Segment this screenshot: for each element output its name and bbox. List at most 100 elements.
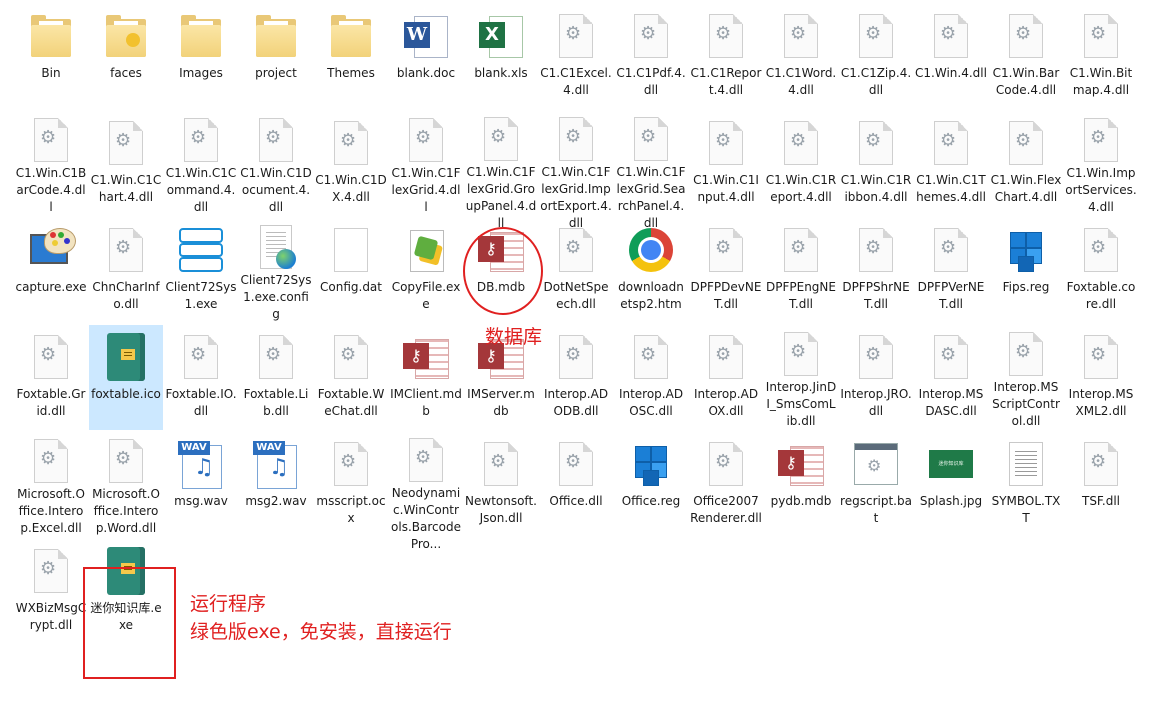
file-item[interactable]: capture.exe	[14, 218, 88, 323]
file-item[interactable]: Fips.reg	[989, 218, 1063, 323]
file-item[interactable]: ⚙ Interop.ADOSC.dll	[614, 325, 688, 430]
file-item[interactable]: ⚙ C1.Win.C1Report.4.dll	[764, 111, 838, 216]
dll-gear-icon: ⚙	[559, 117, 593, 161]
file-item[interactable]: ⚙ Office.dll	[539, 432, 613, 537]
file-item[interactable]: ⚙ Office2007Renderer.dll	[689, 432, 763, 537]
file-item[interactable]: Config.dat	[314, 218, 388, 323]
file-item[interactable]: Themes	[314, 4, 388, 109]
file-item[interactable]: ⚙ Interop.JRO.dll	[839, 325, 913, 430]
file-icon-slot: ⚙	[325, 331, 377, 383]
file-name-label: SYMBOL.TXT	[991, 494, 1061, 525]
file-item[interactable]: ⚙ Interop.MSDASC.dll	[914, 325, 988, 430]
file-name-label: Interop.MSDASC.dll	[918, 387, 984, 418]
file-item[interactable]: ⚙ C1.Win.C1FlexGrid.ImportExport.4.dll	[539, 111, 613, 230]
file-item[interactable]: ⚙ C1.Win.C1Themes.4.dll	[914, 111, 988, 216]
file-item[interactable]: ⚙ Interop.ADOX.dll	[689, 325, 763, 430]
file-item[interactable]: ⚙ C1.Win.ImportServices.4.dll	[1064, 111, 1138, 216]
file-item[interactable]: Client72Sys1.exe	[164, 218, 238, 323]
file-name-label: Client72Sys1.exe	[165, 280, 237, 311]
file-item[interactable]: ⚙ Foxtable.IO.dll	[164, 325, 238, 430]
file-item[interactable]: 迷你知识库 Splash.jpg	[914, 432, 988, 537]
file-item[interactable]: foxtable.ico	[89, 325, 163, 430]
file-item[interactable]: ⚙ C1.Win.BarCode.4.dll	[989, 4, 1063, 109]
file-item[interactable]: ⚙ C1.Win.4.dll	[914, 4, 988, 109]
file-item[interactable]: ⚙ C1.Win.Bitmap.4.dll	[1064, 4, 1138, 109]
file-item[interactable]: ⚙ DPFPVerNET.dll	[914, 218, 988, 323]
file-item[interactable]: ⚙ msscript.ocx	[314, 432, 388, 537]
file-name-label: WXBizMsgCrypt.dll	[15, 601, 87, 632]
file-item[interactable]: ⚙ ChnCharInfo.dll	[89, 218, 163, 323]
file-item[interactable]: project	[239, 4, 313, 109]
file-item[interactable]: ⚙ Interop.MSXML2.dll	[1064, 325, 1138, 430]
dll-gear-icon: ⚙	[709, 442, 743, 486]
file-item[interactable]: ⚙ C1.Win.C1Chart.4.dll	[89, 111, 163, 216]
file-item[interactable]: ⚙ Microsoft.Office.Interop.Excel.dll	[14, 432, 88, 537]
file-item[interactable]: ⚙ C1.Win.FlexChart.4.dll	[989, 111, 1063, 216]
file-item[interactable]: Office.reg	[614, 432, 688, 537]
file-item[interactable]: Wblank.doc	[389, 4, 463, 109]
file-item[interactable]: ⚙ C1.Win.C1FlexGrid.4.dll	[389, 111, 463, 216]
file-item[interactable]: ⚙ C1.Win.C1BarCode.4.dll	[14, 111, 88, 216]
dll-gear-icon: ⚙	[409, 117, 443, 162]
file-item[interactable]: ⚙ C1.Win.C1Document.4.dll	[239, 111, 313, 216]
file-item[interactable]: Client72Sys1.exe.config	[239, 218, 313, 323]
file-item[interactable]: ⚙ Interop.ADODB.dll	[539, 325, 613, 430]
registry-cubes-icon	[1004, 228, 1048, 272]
file-item[interactable]: ⚙ Interop.JinDI_SmsComLib.dll	[764, 325, 838, 430]
file-item[interactable]: ⚙ C1.Win.C1FlexGrid.SearchPanel.4.dll	[614, 111, 688, 230]
file-item[interactable]: Images	[164, 4, 238, 109]
file-name-label: C1.C1Word.4.dll	[765, 66, 837, 97]
file-item[interactable]: Xblank.xls	[464, 4, 538, 109]
file-item[interactable]: ⚙ Neodynamic.WinControls.BarcodePro...	[389, 432, 463, 551]
file-icon-slot: W	[400, 10, 452, 62]
file-item[interactable]: ⚙ C1.Win.C1Ribbon.4.dll	[839, 111, 913, 216]
file-item[interactable]: ⚙ C1.C1Excel.4.dll	[539, 4, 613, 109]
file-item[interactable]: ⚙ DPFPShrNET.dll	[839, 218, 913, 323]
file-name-label: CopyFile.exe	[391, 280, 461, 311]
file-item[interactable]: ⚙ C1.Win.C1DX.4.dll	[314, 111, 388, 216]
file-item[interactable]: WAV ♫ msg2.wav	[239, 432, 313, 537]
file-item[interactable]: ⚙ TSF.dll	[1064, 432, 1138, 537]
file-item[interactable]: ⚙ WXBizMsgCrypt.dll	[14, 539, 88, 644]
dll-gear-icon: ⚙	[34, 438, 68, 483]
file-item[interactable]: faces	[89, 4, 163, 109]
file-item[interactable]: ⚷ pydb.mdb	[764, 432, 838, 537]
file-item[interactable]: ⚙ DPFPEngNET.dll	[764, 218, 838, 323]
file-item[interactable]: downloadnetsp2.htm	[614, 218, 688, 323]
file-icon-slot: ⚙	[925, 10, 977, 62]
file-item[interactable]: CopyFile.exe	[389, 218, 463, 323]
file-item[interactable]: ⚙ C1.Win.C1Command.4.dll	[164, 111, 238, 216]
file-item[interactable]: ⚙ DPFPDevNET.dll	[689, 218, 763, 323]
file-item[interactable]: ⚷ IMClient.mdb	[389, 325, 463, 430]
file-name-label: C1.Win.C1Input.4.dll	[693, 173, 759, 204]
config-globe-icon	[256, 224, 296, 269]
file-item[interactable]: ⚙ regscript.bat	[839, 432, 913, 537]
file-item[interactable]: ⚙ C1.C1Report.4.dll	[689, 4, 763, 109]
file-name-label: Newtonsoft.Json.dll	[465, 494, 537, 525]
dll-gear-icon: ⚙	[559, 442, 593, 486]
file-name-label: Office.dll	[549, 494, 603, 508]
file-item[interactable]: ⚙ C1.C1Pdf.4.dll	[614, 4, 688, 109]
file-item[interactable]: ⚙ C1.C1Zip.4.dll	[839, 4, 913, 109]
file-name-label: C1.Win.C1Document.4.dll	[240, 166, 312, 214]
file-name-label: TSF.dll	[1081, 494, 1121, 508]
file-name-label: C1.Win.C1Ribbon.4.dll	[840, 173, 912, 204]
file-item[interactable]: ⚙ Interop.MSScriptControl.dll	[989, 325, 1063, 430]
file-item[interactable]: ⚙ C1.C1Word.4.dll	[764, 4, 838, 109]
file-item[interactable]: ⚙ C1.Win.C1Input.4.dll	[689, 111, 763, 216]
file-item[interactable]: SYMBOL.TXT	[989, 432, 1063, 537]
file-item[interactable]: ⚙ Foxtable.Grid.dll	[14, 325, 88, 430]
file-item[interactable]: ⚙ Foxtable.core.dll	[1064, 218, 1138, 323]
file-item[interactable]: ⚙ Newtonsoft.Json.dll	[464, 432, 538, 537]
dll-gear-icon: ⚙	[484, 442, 518, 486]
file-icon-slot: ⚙	[250, 117, 302, 162]
file-item[interactable]: ⚙ DotNetSpeech.dll	[539, 218, 613, 323]
dll-gear-icon: ⚙	[1084, 442, 1118, 486]
file-item[interactable]: ⚙ Foxtable.Lib.dll	[239, 325, 313, 430]
file-item[interactable]: ⚙ Foxtable.WeChat.dll	[314, 325, 388, 430]
file-item[interactable]: ⚙ Microsoft.Office.Interop.Word.dll	[89, 432, 163, 537]
file-icon-slot: WAV ♫	[175, 438, 227, 490]
file-item[interactable]: Bin	[14, 4, 88, 109]
file-item[interactable]: WAV ♫ msg.wav	[164, 432, 238, 537]
file-item[interactable]: ⚙ C1.Win.C1FlexGrid.GroupPanel.4.dll	[464, 111, 538, 230]
